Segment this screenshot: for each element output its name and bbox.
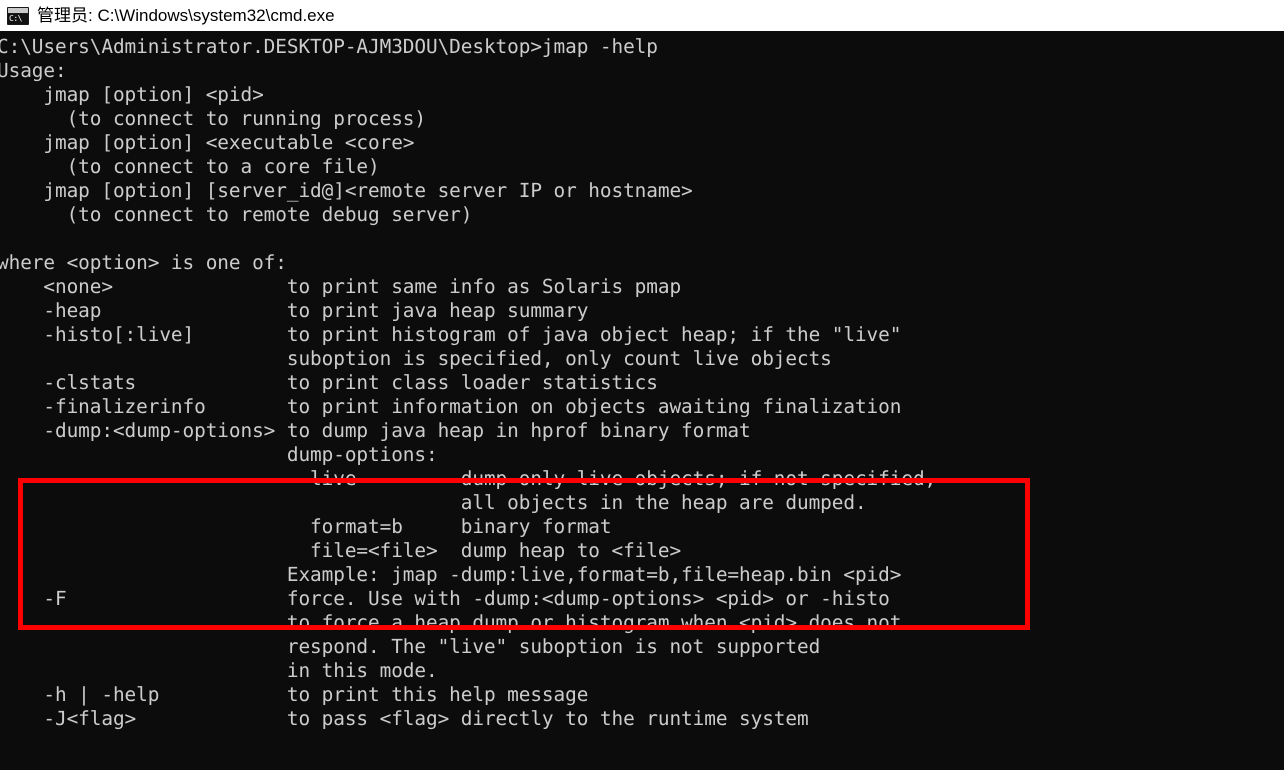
console-output-area[interactable]: C:\Users\Administrator.DESKTOP-AJM3DOU\D…	[0, 35, 1284, 770]
window-title-text: 管理员: C:\Windows\system32\cmd.exe	[37, 5, 335, 25]
minimize-button[interactable]	[1276, 0, 1284, 31]
cmd-console-icon: C:\	[7, 6, 29, 25]
window-controls	[1276, 0, 1284, 31]
icon-prompt-glyph: C:\	[9, 13, 22, 23]
console-text: C:\Users\Administrator.DESKTOP-AJM3DOU\D…	[0, 35, 937, 730]
window-titlebar[interactable]: C:\ 管理员: C:\Windows\system32\cmd.exe	[0, 0, 1284, 33]
